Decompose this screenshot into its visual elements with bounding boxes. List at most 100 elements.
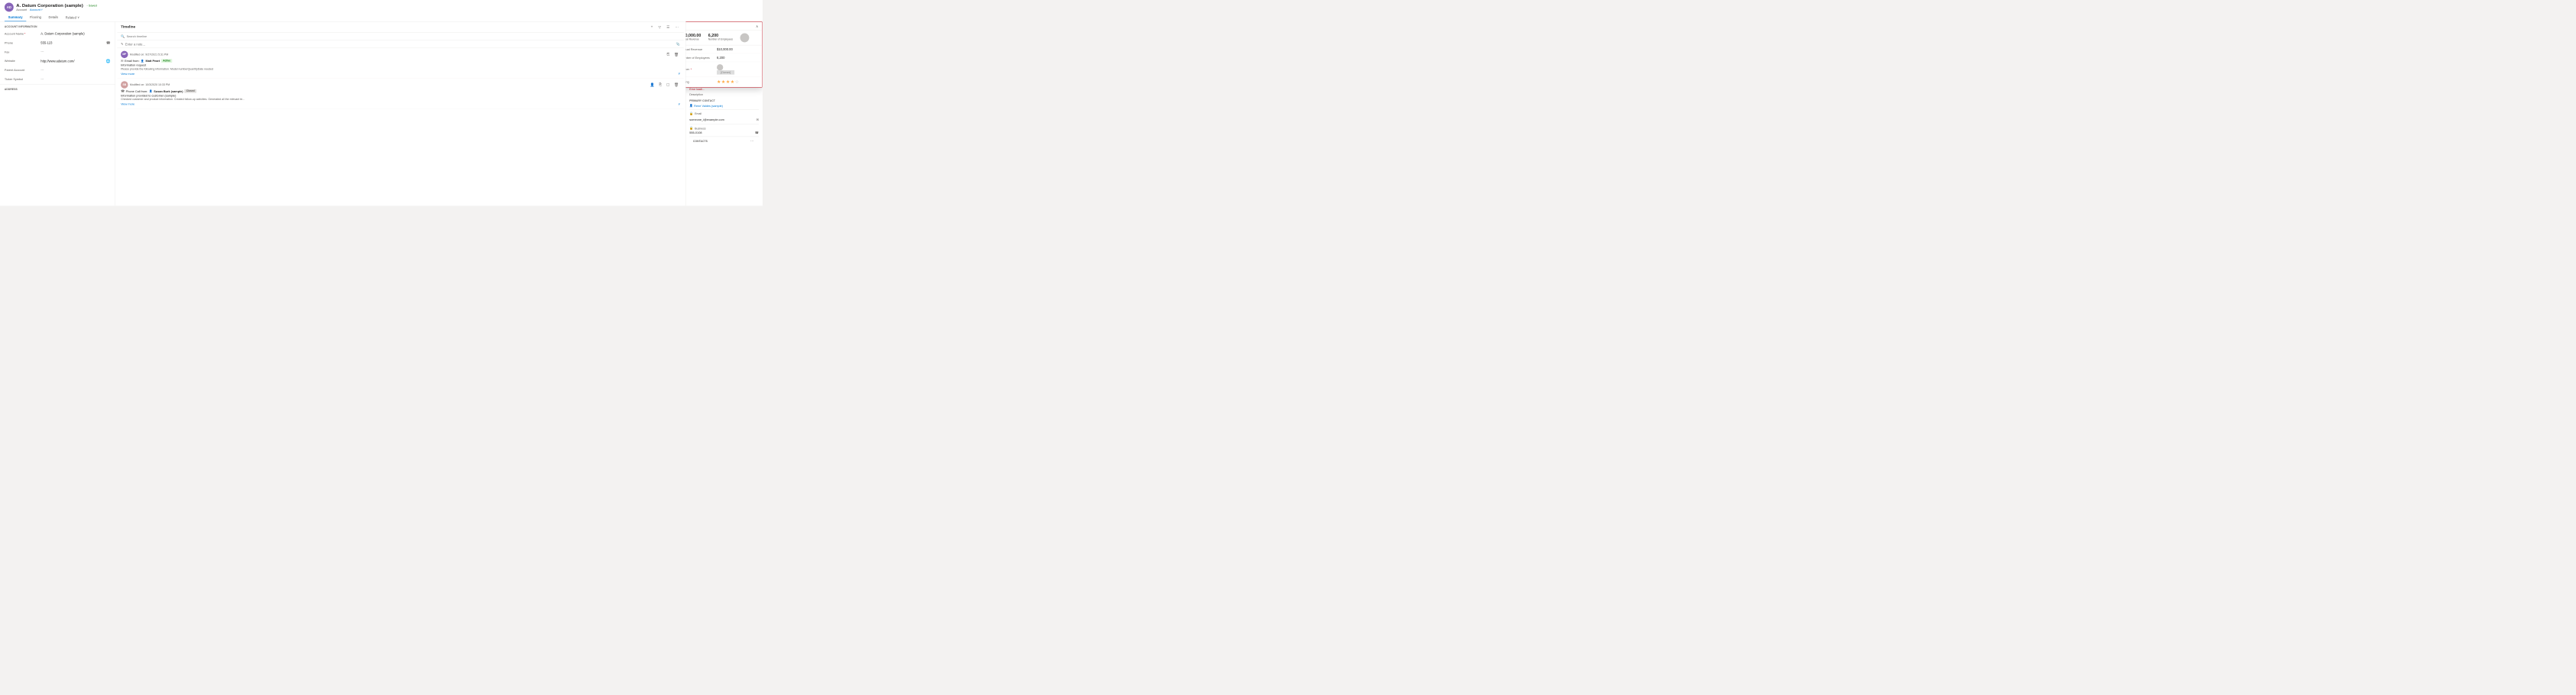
field-row-parent-account: Parent Account --- (0, 66, 115, 75)
contacts-title: CONTACTS (693, 140, 708, 143)
tab-flooring[interactable]: Flooring (26, 14, 44, 21)
business-phone: 555-0108 (689, 131, 702, 134)
tab-details[interactable]: Details (45, 14, 62, 21)
timeline-copy-button-1[interactable]: ⎘ (666, 52, 671, 57)
tab-summary[interactable]: Summary (5, 14, 26, 21)
business-label: Business (695, 127, 722, 130)
timeline-avatar-2: SB (121, 81, 128, 88)
timeline-item-1-meta: MP Modified on: 9/27/2021 5:31 PM (121, 51, 168, 58)
popup-header: ∧ (685, 22, 762, 31)
popup-owner-label: Owner * (685, 67, 717, 70)
list-view-button[interactable]: ☰ (665, 24, 671, 30)
field-row-fax: Fax --- (0, 48, 115, 57)
field-label-fax: Fax (5, 50, 41, 53)
primary-contact-section: Primary Contact 👤 Rene Valdes (sample) (689, 98, 759, 110)
timeline-header-actions: + ▽ ☰ ⋯ (650, 24, 680, 30)
timeline-type-label-2: Phone Call from: (126, 89, 148, 92)
person-link-icon: 👤 (689, 104, 693, 108)
right-panel: ∧ $10,000.00 Annual Revenue 6,200 Number… (685, 21, 763, 205)
paperclip-icon[interactable]: 📎 (676, 42, 680, 46)
field-value-fax: --- (41, 50, 110, 53)
description-label: Description (689, 93, 717, 96)
field-row-account-name: Account Name* A. Datum Corporation (samp… (0, 30, 115, 39)
popup-field-revenue: Annual Revenue $10,000.00 (685, 45, 762, 53)
field-label-phone: Phone (5, 40, 41, 44)
email-row: 🔒 Email (689, 112, 759, 115)
main-area: ACCOUNT INFORMATION Account Name* A. Dat… (0, 21, 763, 205)
timeline-title: Timeline (121, 25, 135, 29)
contacts-more-button[interactable]: ⋯ (749, 138, 755, 144)
error-loading[interactable]: Error loadi... (689, 88, 759, 91)
field-row-website: Website http://www.adatum.com/ 🌐 (0, 57, 115, 66)
view-more-1[interactable]: View more ∨ (121, 72, 680, 76)
timeline-item-2-header: SB Modified on: 10/3/2020 10:33 PM 👤 ⎘ ☐… (121, 81, 680, 88)
search-icon: 🔍 (121, 34, 125, 38)
lock-icon-2: 🔒 (689, 126, 693, 130)
chevron-down-icon-1: ∨ (678, 72, 680, 76)
record-title-row: AD A. Datum Corporation (sample) - Saved… (5, 3, 758, 12)
timeline-delete-button-2[interactable]: 🗑 (673, 82, 681, 87)
filter-timeline-button[interactable]: ▽ (657, 24, 663, 30)
email-value: someone_i@example.com (689, 118, 724, 121)
phone-icon-action[interactable]: ☎ (755, 131, 759, 134)
nav-tabs: Summary Flooring Details Related ∨ (5, 14, 758, 21)
timeline-item-1-actions: ⎘ 🗑 (666, 52, 680, 57)
avatar: AD (5, 3, 14, 12)
note-input[interactable] (125, 43, 676, 47)
popup-owner-avatar (740, 34, 749, 43)
view-more-2[interactable]: View more ∨ (121, 102, 680, 106)
popup-num-employees-value: 6,200 (717, 56, 758, 60)
email-label: Email (695, 112, 722, 115)
timeline-content-title-2: Information provided to customer (sample… (121, 94, 680, 97)
title-group: A. Datum Corporation (sample) - Saved Ac… (16, 3, 96, 11)
tab-related[interactable]: Related ∨ (62, 14, 83, 21)
popup-field-rating: Rating ★ ★ ★ ★ ☆ (685, 76, 762, 87)
primary-contact-title: Primary Contact (689, 99, 759, 102)
more-options-button[interactable]: ⋯ (674, 24, 680, 30)
account-detail-popup: ∧ $10,000.00 Annual Revenue 6,200 Number… (685, 21, 763, 87)
user-icon-1: 👤 (141, 60, 144, 63)
popup-collapse-button[interactable]: ∧ (754, 24, 760, 29)
popup-rating-label: Rating (685, 80, 717, 83)
timeline-search-input[interactable] (127, 35, 680, 38)
timeline-edit-button-2[interactable]: ☐ (665, 82, 671, 87)
add-timeline-button[interactable]: + (650, 24, 654, 30)
phone-icon[interactable]: ☎ (106, 40, 111, 45)
field-row-ticker: Ticker Symbol --- (0, 75, 115, 84)
timeline-avatar-1: MP (121, 51, 128, 58)
timeline-panel: Timeline + ▽ ☰ ⋯ 🔍 ✎ 📎 (117, 21, 683, 205)
rating-stars: ★ ★ ★ ★ ☆ (717, 79, 739, 84)
popup-revenue-summary: $10,000.00 Annual Revenue (685, 34, 701, 43)
field-label-website: Website (5, 59, 41, 63)
contacts-section-header: CONTACTS ⋯ (689, 137, 759, 146)
star-4: ★ (731, 79, 734, 84)
address-section-header: ADDRESS (0, 84, 115, 92)
chevron-down-icon-2: ∨ (678, 102, 680, 106)
phone-icon-2: ☎ (121, 89, 125, 93)
required-indicator: * (24, 32, 25, 35)
timeline-copy-button-2[interactable]: ⎘ (658, 82, 663, 88)
globe-icon[interactable]: 🌐 (106, 59, 111, 63)
description-row: Description (689, 92, 759, 96)
timeline-item-2-actions: 👤 ⎘ ☐ 🗑 (649, 82, 680, 87)
primary-contact-link[interactable]: 👤 Rene Valdes (sample) (689, 104, 759, 108)
record-title: A. Datum Corporation (sample) (16, 3, 83, 8)
field-value-website: http://www.adatum.com/ 🌐 (41, 59, 110, 63)
timeline-type-2: ☎ Phone Call from: 👤 Susan Burk (sample)… (121, 89, 680, 93)
timeline-delete-button-1[interactable]: 🗑 (673, 52, 681, 57)
required-indicator-owner: * (691, 67, 692, 70)
popup-field-owner: Owner * [Owner] (685, 62, 762, 76)
breadcrumb-entity-link[interactable]: Account ∨ (30, 8, 43, 11)
timeline-person-2[interactable]: Susan Burk (sample) (154, 89, 183, 92)
field-value-account-name: A. Datum Corporation (sample) (41, 31, 110, 35)
timeline-item-1: MP Modified on: 9/27/2021 5:31 PM ⎘ 🗑 ✉ … (117, 48, 683, 79)
timeline-date-1: Modified on: 9/27/2021 5:31 PM (130, 53, 168, 56)
email-icon-action[interactable]: ✉ (757, 118, 759, 121)
timeline-assign-button-2[interactable]: 👤 (649, 82, 656, 87)
lock-icon: 🔒 (689, 112, 693, 115)
popup-summary: $10,000.00 Annual Revenue 6,200 Number o… (685, 31, 762, 45)
user-icon-2: 👤 (149, 89, 152, 92)
email-section: 🔒 Email someone_i@example.com ✉ (689, 110, 759, 124)
timeline-person-1[interactable]: Matt Peart (146, 59, 160, 62)
timeline-header: Timeline + ▽ ☰ ⋯ (117, 21, 683, 33)
